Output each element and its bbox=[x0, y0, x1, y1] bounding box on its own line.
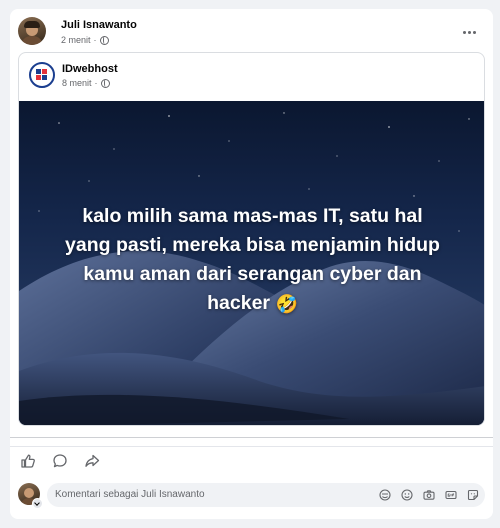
page-logo[interactable] bbox=[29, 62, 55, 88]
emoji-button[interactable] bbox=[400, 488, 413, 501]
caption-line-last: hacker 🤣 bbox=[39, 289, 466, 319]
camera-icon bbox=[422, 489, 435, 500]
comment-tools bbox=[378, 488, 479, 501]
caption-line: hacker bbox=[207, 292, 271, 314]
gif-icon bbox=[444, 490, 457, 499]
shared-post[interactable]: IDwebhost 8 menit · kalo milih sama mas-… bbox=[18, 52, 485, 426]
sticker-icon bbox=[467, 489, 478, 500]
avatar-sticker-button[interactable] bbox=[378, 488, 391, 501]
shared-post-meta: 8 menit · bbox=[62, 78, 110, 88]
share-arrow-icon bbox=[85, 454, 100, 467]
comment-composer bbox=[18, 483, 485, 509]
author-name[interactable]: Juli Isnawanto bbox=[61, 19, 137, 31]
globe-icon[interactable] bbox=[100, 78, 110, 88]
comment-bubble-icon bbox=[53, 454, 67, 468]
meta-separator: · bbox=[94, 78, 98, 88]
post-card: Juli Isnawanto 2 menit · IDwebhost 8 men… bbox=[10, 9, 493, 519]
comment-button[interactable] bbox=[50, 451, 70, 471]
thumbs-up-icon bbox=[21, 454, 35, 468]
chevron-down-icon[interactable] bbox=[32, 498, 43, 509]
shared-post-time[interactable]: 8 menit bbox=[62, 78, 92, 88]
post-meta: 2 menit · bbox=[61, 35, 109, 45]
emoji-icon bbox=[400, 488, 413, 501]
rolling-laughing-emoji: 🤣 bbox=[275, 294, 298, 314]
globe-icon[interactable] bbox=[99, 35, 109, 45]
camera-button[interactable] bbox=[422, 488, 435, 501]
sticker-button[interactable] bbox=[466, 488, 479, 501]
page-name[interactable]: IDwebhost bbox=[62, 63, 118, 75]
share-button[interactable] bbox=[82, 451, 102, 471]
image-caption: kalo milih sama mas-mas IT, satu hal yan… bbox=[39, 202, 466, 319]
gif-button[interactable] bbox=[444, 488, 457, 501]
caption-line: yang pasti, mereka bisa menjamin hidup bbox=[65, 234, 440, 256]
caption-line: kalo milih sama mas-mas IT, satu hal bbox=[82, 205, 423, 227]
more-options-button[interactable] bbox=[459, 25, 479, 39]
post-header: Juli Isnawanto 2 menit · bbox=[18, 17, 485, 51]
like-button[interactable] bbox=[18, 451, 38, 471]
post-image[interactable]: kalo milih sama mas-mas IT, satu hal yan… bbox=[19, 101, 484, 425]
comment-input[interactable] bbox=[55, 483, 355, 507]
post-time[interactable]: 2 menit bbox=[61, 35, 91, 45]
meta-separator: · bbox=[93, 35, 97, 45]
post-actions bbox=[18, 450, 102, 472]
shared-post-header: IDwebhost 8 menit · bbox=[19, 53, 484, 101]
divider bbox=[10, 446, 493, 447]
author-avatar[interactable] bbox=[18, 17, 46, 45]
avatar-sticker-icon bbox=[378, 488, 391, 501]
divider bbox=[10, 437, 493, 438]
comment-box[interactable] bbox=[47, 483, 485, 507]
more-horizontal-icon bbox=[462, 30, 466, 34]
caption-line: kamu aman dari serangan cyber dan bbox=[83, 263, 422, 285]
